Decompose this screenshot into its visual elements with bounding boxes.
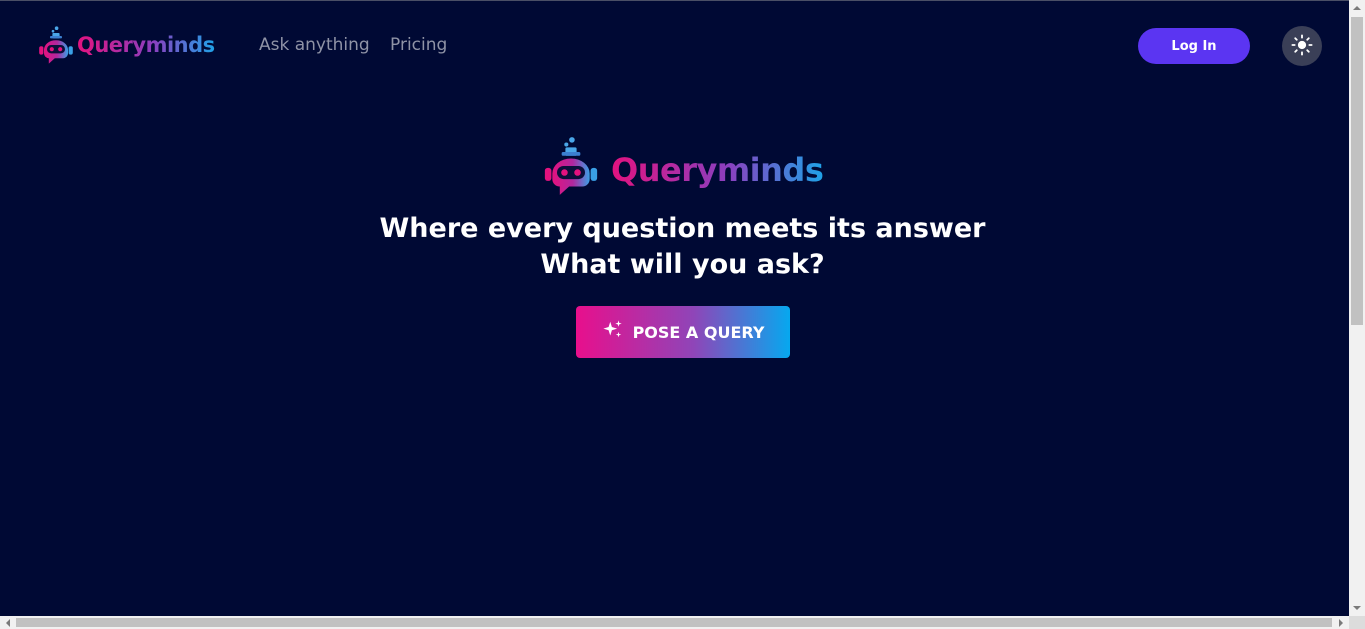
scroll-up-arrow-icon[interactable] — [1349, 0, 1365, 16]
hero-title-line-2: What will you ask? — [540, 249, 825, 280]
top-nav: Queryminds Ask anything Pricing Log In — [0, 1, 1349, 91]
pose-query-button[interactable]: POSE A QUERY — [576, 306, 790, 358]
scrollbar-corner — [1349, 616, 1365, 629]
vertical-scroll-thumb[interactable] — [1351, 17, 1363, 325]
horizontal-scroll-thumb[interactable] — [16, 618, 1332, 627]
brand-logo-link[interactable]: Queryminds — [38, 25, 215, 65]
hero-title-line-1: Where every question meets its answer — [379, 213, 986, 244]
nav-link-ask-anything[interactable]: Ask anything — [259, 35, 370, 55]
hero-title: Where every question meets its answer Wh… — [0, 211, 1365, 283]
robot-logo-icon — [38, 25, 74, 65]
horizontal-scrollbar[interactable] — [0, 616, 1349, 629]
vertical-scrollbar[interactable] — [1349, 0, 1365, 616]
login-button[interactable]: Log In — [1138, 28, 1250, 64]
sun-icon — [1291, 33, 1313, 59]
robot-logo-icon — [543, 135, 599, 201]
sparkles-icon — [602, 319, 624, 345]
brand-name: Queryminds — [77, 33, 215, 57]
hero-brand-name: Queryminds — [611, 151, 824, 189]
scroll-left-arrow-icon[interactable] — [0, 616, 16, 629]
scroll-right-arrow-icon[interactable] — [1333, 616, 1349, 629]
page-viewport: Queryminds Ask anything Pricing Log In Q… — [0, 0, 1349, 616]
hero-brand-logo: Queryminds — [543, 135, 824, 201]
nav-link-pricing[interactable]: Pricing — [390, 35, 447, 55]
scroll-down-arrow-icon[interactable] — [1349, 600, 1365, 616]
pose-query-label: POSE A QUERY — [632, 322, 765, 342]
theme-toggle-button[interactable] — [1282, 26, 1322, 66]
